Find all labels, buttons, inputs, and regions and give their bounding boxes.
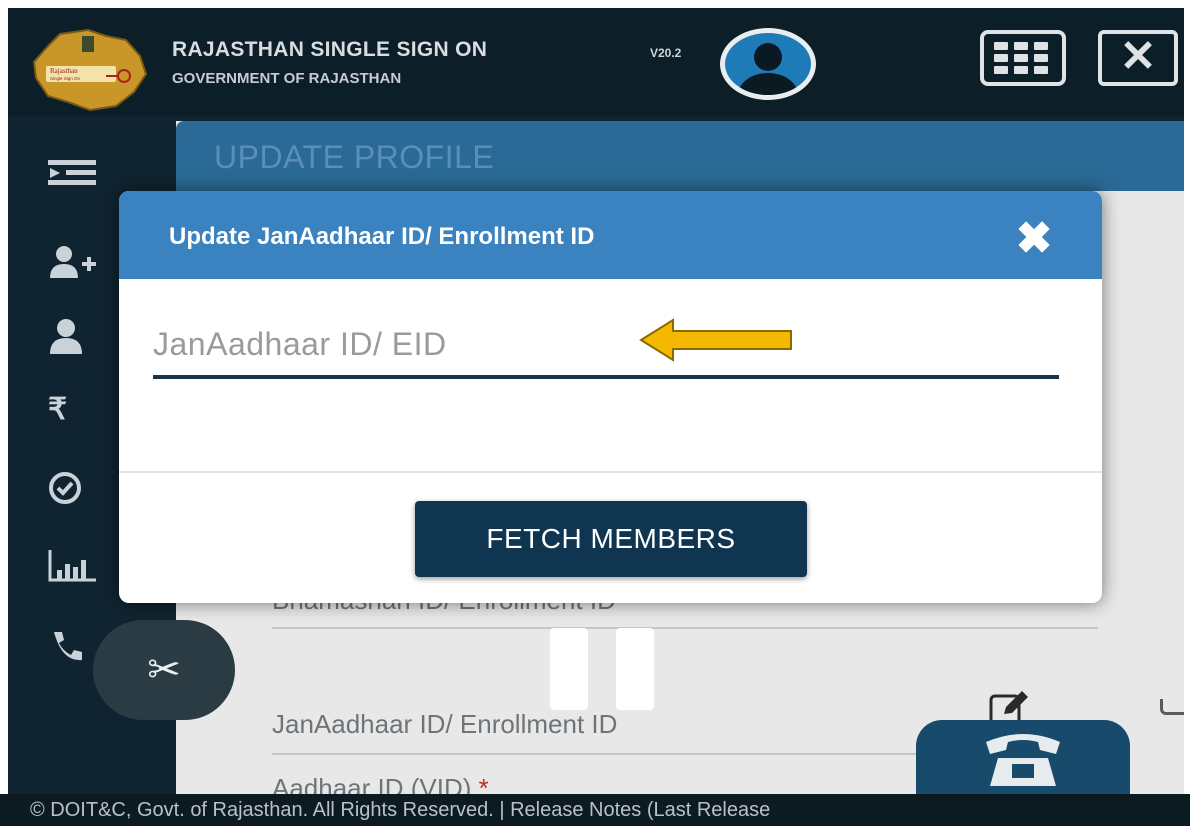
- app-screen: Rajasthan Single Sign On RAJASTHAN SINGL…: [8, 8, 1184, 794]
- apps-grid-button[interactable]: [980, 30, 1066, 86]
- modal-header: Update JanAadhaar ID/ Enrollment ID ✖: [119, 191, 1102, 279]
- app-header: Rajasthan Single Sign On RAJASTHAN SINGL…: [8, 8, 1184, 116]
- rajasthan-logo: Rajasthan Single Sign On: [32, 28, 148, 112]
- close-icon[interactable]: ✖: [1007, 215, 1061, 263]
- field-divider: [272, 627, 1098, 629]
- pause-icon[interactable]: [616, 628, 654, 710]
- edit-icon[interactable]: [1160, 699, 1184, 715]
- janaadhaar-id-input[interactable]: [153, 313, 1059, 379]
- add-user-icon[interactable]: [48, 244, 98, 284]
- user-icon[interactable]: [48, 318, 98, 358]
- menu-indent-icon[interactable]: [48, 156, 98, 196]
- svg-text:Single Sign On: Single Sign On: [50, 76, 81, 81]
- telephone-icon: [986, 734, 1060, 786]
- phone-icon[interactable]: [48, 628, 98, 668]
- update-janaadhaar-modal: Update JanAadhaar ID/ Enrollment ID ✖ FE…: [119, 191, 1102, 603]
- bar-chart-icon[interactable]: [48, 548, 98, 588]
- panel-title: UPDATE PROFILE: [214, 139, 495, 175]
- check-circle-icon[interactable]: [48, 470, 98, 510]
- aadhaar-field-label: Aadhaar ID (VID) *: [272, 773, 489, 794]
- app-subtitle: GOVERNMENT OF RAJASTHAN: [172, 70, 402, 87]
- rupee-icon[interactable]: ₹: [48, 392, 98, 432]
- close-app-button[interactable]: ✕: [1098, 30, 1178, 86]
- app-version: V20.2: [650, 46, 682, 60]
- modal-title: Update JanAadhaar ID/ Enrollment ID: [169, 223, 595, 250]
- helpdesk-phone-button[interactable]: [916, 720, 1130, 794]
- modal-divider: [119, 471, 1102, 473]
- user-silhouette-icon: [738, 43, 798, 95]
- pause-icon[interactable]: [550, 628, 588, 710]
- svg-text:Rajasthan: Rajasthan: [50, 67, 78, 75]
- janaadhaar-field-label: JanAadhaar ID/ Enrollment ID: [272, 709, 618, 739]
- footer: © DOIT&C, Govt. of Rajasthan. All Rights…: [0, 794, 1190, 826]
- arrow-left-icon: [639, 318, 792, 362]
- fetch-members-button[interactable]: FETCH MEMBERS: [415, 501, 807, 577]
- app-title: RAJASTHAN SINGLE SIGN ON: [172, 38, 488, 61]
- scissors-icon[interactable]: ✂: [93, 620, 235, 720]
- panel-header: UPDATE PROFILE: [176, 121, 1184, 191]
- user-avatar[interactable]: [720, 28, 816, 100]
